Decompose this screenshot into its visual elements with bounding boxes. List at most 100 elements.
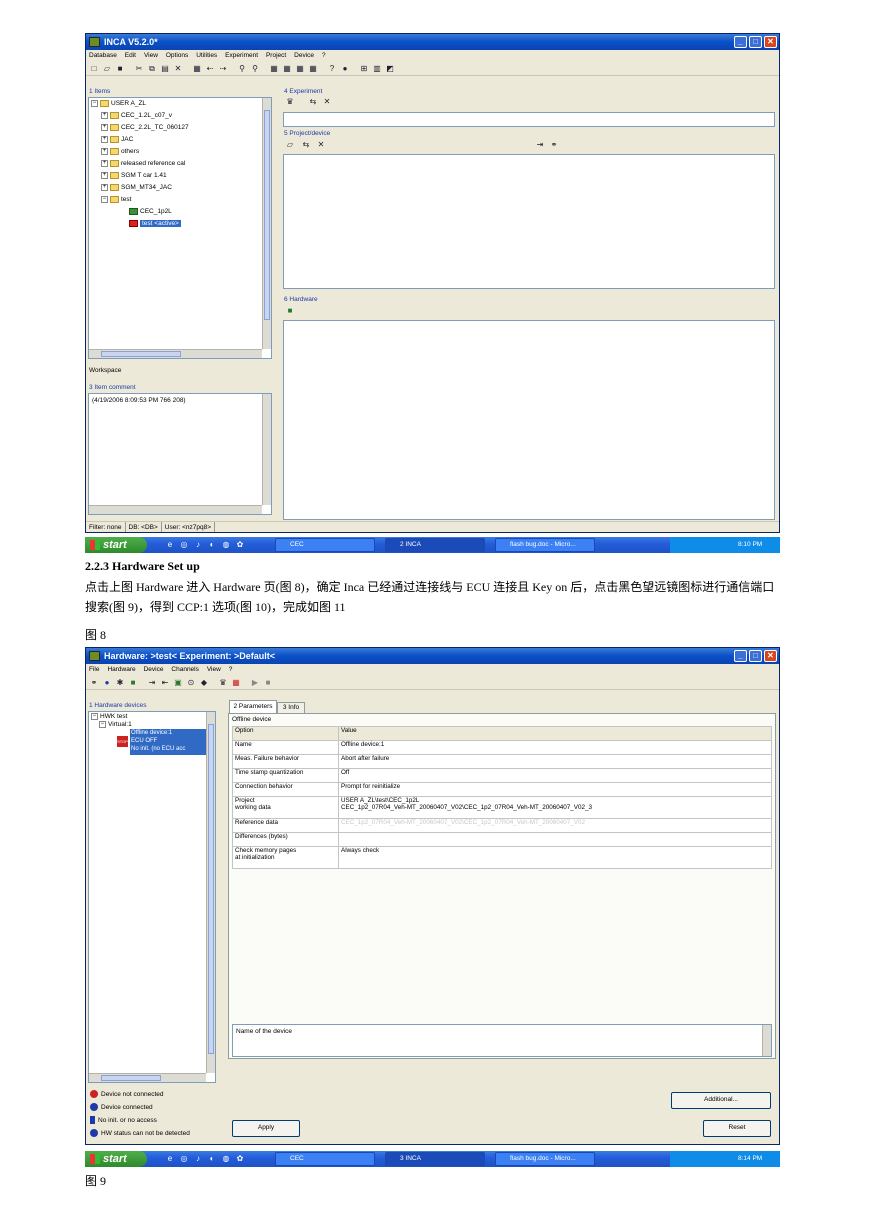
hardware-list[interactable] xyxy=(283,320,775,520)
task-word[interactable]: flash bug.doc - Micro... xyxy=(495,538,595,552)
table-row[interactable]: Meas. Failure behavior Abort after failur… xyxy=(232,754,772,769)
minimize-button[interactable]: _ xyxy=(734,36,747,48)
clock[interactable]: 8:14 PM xyxy=(738,1155,762,1162)
items-hscroll[interactable] xyxy=(89,349,262,358)
quicklaunch-outlook-icon[interactable]: ◎ xyxy=(179,540,189,550)
expand-icon[interactable]: + xyxy=(101,135,108,143)
table-icon[interactable]: ▦ xyxy=(269,64,279,74)
hw-hscroll[interactable] xyxy=(89,1073,206,1082)
binoculars-icon[interactable]: ⚭ xyxy=(549,140,559,150)
table-row[interactable]: Project working data USER A_ZL\test\CEC_1… xyxy=(232,796,772,819)
experiment-delete-icon[interactable]: ✕ xyxy=(322,97,332,107)
table2-icon[interactable]: ▦ xyxy=(282,64,292,74)
status-icon[interactable]: ⊙ xyxy=(186,678,196,688)
quicklaunch-desktop-icon[interactable]: ◐ xyxy=(207,540,217,550)
menu-project[interactable]: Project xyxy=(263,50,289,61)
expand-icon[interactable]: + xyxy=(101,123,108,131)
hardware-icon[interactable]: ■ xyxy=(285,306,295,316)
copy-icon[interactable]: ⧉ xyxy=(147,64,157,74)
export-icon[interactable]: ⇤ xyxy=(160,678,170,688)
new-icon[interactable]: □ xyxy=(89,64,99,74)
delete-icon[interactable]: ✕ xyxy=(173,64,183,74)
additional-button[interactable]: Additional... xyxy=(671,1092,771,1109)
clock[interactable]: 8:10 PM xyxy=(738,541,762,548)
inca-title-bar[interactable]: INCA V5.2.0* _ □ ✕ xyxy=(86,34,779,50)
collapse-icon[interactable]: − xyxy=(91,99,98,107)
value-cell[interactable]: Off xyxy=(338,768,772,783)
search-next-icon[interactable]: ⚲ xyxy=(250,64,260,74)
start-button[interactable]: start xyxy=(85,537,147,553)
hardware-title-bar[interactable]: Hardware: >test< Experiment: >Default< _… xyxy=(86,648,779,664)
hw-add-icon[interactable]: ■ xyxy=(128,678,138,688)
maximize-button[interactable]: □ xyxy=(749,650,762,662)
grid-icon[interactable]: ▦ xyxy=(231,678,241,688)
paste-icon[interactable]: ▤ xyxy=(160,64,170,74)
tree-active-experiment[interactable]: test <active> xyxy=(129,219,181,229)
menu-view[interactable]: View xyxy=(204,664,224,675)
save-icon[interactable]: ■ xyxy=(115,64,125,74)
value-cell[interactable]: Offline device:1 xyxy=(338,740,772,755)
tab-parameters[interactable]: 2 Parameters xyxy=(229,700,277,713)
project-import-icon[interactable]: ⇥ xyxy=(535,140,545,150)
chart-icon[interactable]: ▥ xyxy=(372,64,382,74)
connect-icon[interactable]: ● xyxy=(102,678,112,688)
close-button[interactable]: ✕ xyxy=(764,650,777,662)
quicklaunch-desktop-icon[interactable]: ◐ xyxy=(207,1154,217,1164)
experiment-open-icon[interactable]: ♛ xyxy=(285,97,295,107)
item-comment-box[interactable]: (4/19/2006 8:09:53 PM 766 208) xyxy=(88,393,272,515)
table-row[interactable]: Time stamp quantization Off xyxy=(232,768,772,783)
quicklaunch-firefox-icon[interactable]: ◍ xyxy=(221,1154,231,1164)
expand-icon[interactable]: + xyxy=(101,159,108,167)
tree-folder[interactable]: + CEC_2.2L_TC_060127 xyxy=(101,123,189,133)
network-icon[interactable]: ◆ xyxy=(199,678,209,688)
play-icon[interactable]: ▶ xyxy=(250,678,260,688)
cut-icon[interactable]: ✂ xyxy=(134,64,144,74)
table-row[interactable]: Name Offline device:1 xyxy=(232,740,772,755)
search-icon[interactable]: ⚲ xyxy=(237,64,247,74)
task-inca[interactable]: 2 INCA xyxy=(385,538,485,552)
quicklaunch-media-icon[interactable]: ♪ xyxy=(193,1154,203,1164)
close-button[interactable]: ✕ xyxy=(764,36,777,48)
project-delete-icon[interactable]: ✕ xyxy=(316,140,326,150)
reset-button[interactable]: Reset xyxy=(703,1120,771,1137)
tools-icon[interactable]: ✱ xyxy=(115,678,125,688)
items-vscroll[interactable] xyxy=(262,98,271,349)
task-cec[interactable]: CEC xyxy=(275,538,375,552)
menu-help[interactable]: ? xyxy=(319,50,329,61)
collapse-icon[interactable]: − xyxy=(101,195,108,203)
arrow-right-icon[interactable]: ⇢ xyxy=(218,64,228,74)
hw-init-icon[interactable]: ▣ xyxy=(173,678,183,688)
quicklaunch-app-icon[interactable]: ✿ xyxy=(235,540,245,550)
expand-icon[interactable]: + xyxy=(101,147,108,155)
menu-utilities[interactable]: Utilities xyxy=(193,50,220,61)
tree-folder[interactable]: + SGM T car 1.41 xyxy=(101,171,167,181)
value-cell[interactable]: Prompt for reinitialize xyxy=(338,782,772,797)
comment-vscroll[interactable] xyxy=(262,394,271,505)
grid-icon[interactable]: ▦ xyxy=(192,64,202,74)
task-word[interactable]: flash bug.doc - Micro... xyxy=(495,1152,595,1166)
tree-folder[interactable]: + others xyxy=(101,147,139,157)
menu-view[interactable]: View xyxy=(141,50,161,61)
experiment-swap-icon[interactable]: ⇆ xyxy=(308,97,318,107)
tree-workspace-item[interactable]: CEC_1p2L xyxy=(129,207,172,217)
tree-folder[interactable]: + released reference cal xyxy=(101,159,185,169)
value-cell[interactable] xyxy=(338,832,772,847)
start-button[interactable]: start xyxy=(85,1151,147,1167)
quicklaunch-ie-icon[interactable]: e xyxy=(165,1154,175,1164)
table3-icon[interactable]: ▦ xyxy=(295,64,305,74)
apply-button[interactable]: Apply xyxy=(232,1120,300,1137)
quicklaunch-ie-icon[interactable]: e xyxy=(165,540,175,550)
task-cec[interactable]: CEC xyxy=(275,1152,375,1166)
tree-folder[interactable]: + SGM_MT34_JAC xyxy=(101,183,172,193)
comment-hscroll[interactable] xyxy=(89,505,262,514)
tree-icon[interactable]: ⊞ xyxy=(359,64,369,74)
menu-file[interactable]: File xyxy=(86,664,102,675)
open-icon[interactable]: ▱ xyxy=(102,64,112,74)
table4-icon[interactable]: ▦ xyxy=(308,64,318,74)
table-row[interactable]: Reference data CEC_1p2_07R04_Veh-MT_20060… xyxy=(232,818,772,833)
value-cell[interactable]: USER A_ZL\test\CEC_1p2L CEC_1p2_07R04_Ve… xyxy=(338,796,772,819)
quicklaunch-media-icon[interactable]: ♪ xyxy=(193,540,203,550)
quicklaunch-outlook-icon[interactable]: ◎ xyxy=(179,1154,189,1164)
menu-device[interactable]: Device xyxy=(291,50,317,61)
tree-folder[interactable]: + JAC xyxy=(101,135,133,145)
